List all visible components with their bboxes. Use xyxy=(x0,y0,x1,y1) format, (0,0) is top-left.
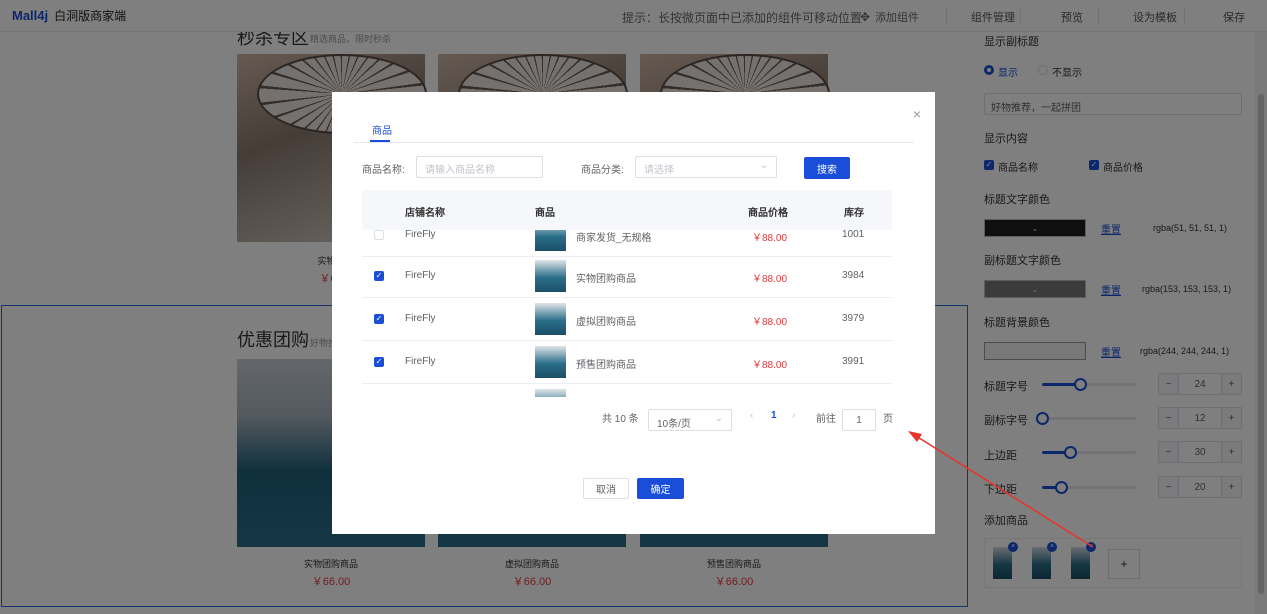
product-thumbnail xyxy=(535,260,566,292)
table-row[interactable]: ✓ FireFly 预售团购商品 ￥88.00 3991 xyxy=(362,341,892,384)
tab-active-indicator xyxy=(370,140,390,142)
chevron-down-icon: ⌄ xyxy=(714,413,723,424)
product-name: 实物团购商品 xyxy=(576,274,636,285)
col-shop: 店铺名称 xyxy=(405,208,445,219)
shop-name: FireFly xyxy=(405,270,436,281)
search-button[interactable]: 搜索 xyxy=(804,157,850,179)
product-thumbnail xyxy=(535,389,566,397)
product-price: ￥88.00 xyxy=(752,233,788,244)
row-checkbox[interactable]: ✓ xyxy=(374,314,384,324)
product-price: ￥88.00 xyxy=(752,360,788,371)
close-icon[interactable]: × xyxy=(913,106,921,122)
tab-divider xyxy=(354,142,914,143)
product-name-label: 商品名称: xyxy=(362,165,405,176)
product-select-dialog: × 商品 商品名称: 请输入商品名称 商品分类: 请选择 ⌄ 搜索 店铺名称 商… xyxy=(332,92,935,534)
product-stock: 1001 xyxy=(842,229,865,240)
product-name: 预售团购商品 xyxy=(576,360,636,371)
goto-page-input[interactable]: 1 xyxy=(842,409,876,431)
shop-name: FireFly xyxy=(405,356,436,367)
total-count: 共 10 条 xyxy=(602,414,639,425)
goto-label: 前往 xyxy=(816,414,836,425)
product-stock: 3979 xyxy=(842,313,865,324)
product-table: 店铺名称 商品 商品价格 库存 FireFly 商家发货_无规格 ￥88.00 100… xyxy=(362,190,892,397)
table-row[interactable]: ✓ FireFly 实物团购商品 ￥88.00 3984 xyxy=(362,255,892,298)
confirm-button[interactable]: 确定 xyxy=(637,478,684,499)
product-price: ￥88.00 xyxy=(752,317,788,328)
next-page-button[interactable]: › xyxy=(792,410,795,421)
category-placeholder: 请选择 xyxy=(644,165,674,176)
page-unit: 页 xyxy=(883,414,893,425)
col-stock: 库存 xyxy=(844,208,864,219)
product-price: ￥88.00 xyxy=(752,274,788,285)
product-name-input[interactable]: 请输入商品名称 xyxy=(416,156,543,178)
product-name: 商家发货_无规格 xyxy=(576,233,652,244)
table-row[interactable]: FireFly微信商城的积分兑换团购商品￥100.003951 xyxy=(362,384,892,397)
product-category-label: 商品分类: xyxy=(581,165,624,176)
table-header: 店铺名称 商品 商品价格 库存 xyxy=(362,190,892,230)
row-checkbox[interactable]: ✓ xyxy=(374,271,384,281)
page-number[interactable]: 1 xyxy=(771,410,777,421)
row-checkbox[interactable] xyxy=(374,230,384,240)
page-size-value: 10条/页 xyxy=(657,419,691,430)
product-stock: 3984 xyxy=(842,270,865,281)
row-checkbox[interactable]: ✓ xyxy=(374,357,384,367)
shop-name: FireFly xyxy=(405,229,436,240)
product-name: 虚拟团购商品 xyxy=(576,317,636,328)
col-price: 商品价格 xyxy=(748,208,788,219)
table-row[interactable]: ✓ FireFly 虚拟团购商品 ￥88.00 3979 xyxy=(362,298,892,341)
shop-name: FireFly xyxy=(405,313,436,324)
cancel-button[interactable]: 取消 xyxy=(583,478,629,499)
chevron-down-icon: ⌄ xyxy=(759,160,768,171)
product-thumbnail xyxy=(535,303,566,335)
tab-products[interactable]: 商品 xyxy=(372,122,392,137)
col-product: 商品 xyxy=(535,208,555,219)
product-thumbnail xyxy=(535,346,566,378)
page-size-select[interactable]: 10条/页 ⌄ xyxy=(648,409,732,431)
product-stock: 3991 xyxy=(842,356,865,367)
product-category-select[interactable]: 请选择 ⌄ xyxy=(635,156,777,178)
prev-page-button[interactable]: ‹ xyxy=(750,410,753,421)
